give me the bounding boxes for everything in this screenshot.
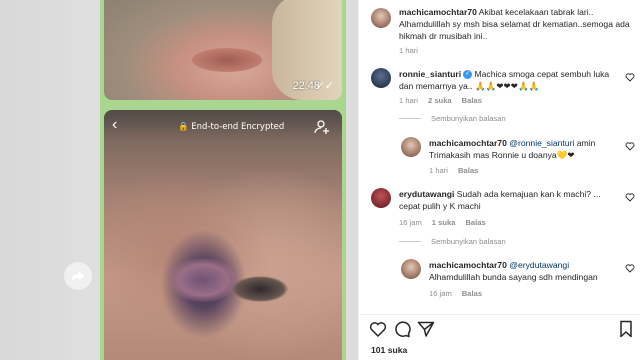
hide-replies-label[interactable]: Sembunyikan balasan bbox=[431, 237, 506, 246]
like-heart-icon[interactable] bbox=[369, 320, 387, 338]
reply-text: Alhamdulillah bunda sayang sdh mendingan bbox=[429, 272, 598, 282]
comment-meta: 1 hari 2 suka Balas bbox=[399, 96, 482, 105]
caption-meta: 1 hari bbox=[399, 46, 418, 55]
comment-ery: erydutawangi Sudah ada kemajuan kan k ma… bbox=[399, 188, 621, 212]
reply-username[interactable]: machicamochtar70 bbox=[429, 138, 507, 148]
comment-time: 16 jam bbox=[399, 218, 422, 227]
divider bbox=[399, 118, 421, 119]
divider bbox=[399, 241, 421, 242]
share-icon[interactable] bbox=[417, 320, 435, 338]
avatar[interactable] bbox=[371, 68, 391, 88]
like-heart-icon[interactable] bbox=[625, 141, 635, 151]
video-message-1[interactable]: 22.48 ✓✓ bbox=[104, 0, 342, 100]
reply-mention[interactable]: @ronnie_sianturi bbox=[509, 138, 574, 148]
reply-button[interactable]: Balas bbox=[462, 96, 482, 105]
verified-badge-icon: ✓ bbox=[463, 70, 473, 80]
like-heart-icon[interactable] bbox=[625, 192, 635, 202]
reply-time: 1 hari bbox=[429, 166, 448, 175]
comment-time: 1 hari bbox=[399, 96, 418, 105]
bruise-region bbox=[168, 258, 238, 302]
comment-ronnie: ronnie_sianturi ✓ Machica smoga cepat sem… bbox=[399, 68, 621, 92]
likes-count[interactable]: 101 suka bbox=[371, 345, 407, 355]
video-call-message[interactable]: ‹ 🔒 End-to-end Encrypted bbox=[104, 110, 342, 360]
reply-mention[interactable]: @erydutawangi bbox=[509, 260, 569, 270]
back-arrow-icon[interactable]: ‹ bbox=[112, 116, 117, 134]
post-action-bar bbox=[369, 320, 635, 340]
divider bbox=[359, 314, 640, 315]
reply-meta: 1 hari Balas bbox=[429, 166, 478, 175]
forward-button[interactable] bbox=[64, 262, 92, 290]
bookmark-icon[interactable] bbox=[617, 320, 635, 338]
comment-username[interactable]: ronnie_sianturi bbox=[399, 69, 461, 79]
comment-icon[interactable] bbox=[393, 320, 411, 338]
avatar[interactable] bbox=[371, 8, 391, 28]
reply-to-ery: machicamochtar70 @erydutawangi Alhamduli… bbox=[429, 259, 619, 283]
add-person-icon[interactable] bbox=[314, 119, 330, 135]
read-receipt-icon: ✓✓ bbox=[315, 80, 334, 92]
encryption-label: 🔒 End-to-end Encrypted bbox=[178, 122, 285, 132]
comment-likes[interactable]: 2 suka bbox=[428, 96, 452, 105]
like-heart-icon[interactable] bbox=[625, 72, 635, 82]
caption-time: 1 hari bbox=[399, 46, 418, 55]
avatar[interactable] bbox=[371, 188, 391, 208]
reply-button[interactable]: Balas bbox=[465, 218, 485, 227]
reply-button[interactable]: Balas bbox=[458, 166, 478, 175]
comment-meta: 16 jam 1 suka Balas bbox=[399, 218, 486, 227]
reply-to-ronnie: machicamochtar70 @ronnie_sianturi amin T… bbox=[429, 137, 619, 161]
avatar[interactable] bbox=[401, 259, 421, 279]
reply-meta: 16 jam Balas bbox=[429, 289, 482, 298]
eye-region bbox=[232, 276, 288, 302]
hide-replies-label[interactable]: Sembunyikan balasan bbox=[431, 114, 506, 123]
face-region bbox=[192, 48, 262, 72]
reply-username[interactable]: machicamochtar70 bbox=[429, 260, 507, 270]
comments-panel: machicamochtar70 Akibat kecelakaan tabra… bbox=[358, 0, 640, 360]
like-heart-icon[interactable] bbox=[625, 263, 635, 273]
reply-button[interactable]: Balas bbox=[462, 289, 482, 298]
hide-replies-toggle[interactable]: Sembunyikan balasan bbox=[399, 114, 506, 123]
avatar[interactable] bbox=[401, 137, 421, 157]
caption-username[interactable]: machicamochtar70 bbox=[399, 7, 477, 17]
post-caption: machicamochtar70 Akibat kecelakaan tabra… bbox=[399, 6, 631, 42]
post-media[interactable]: 22.48 ✓✓ ‹ 🔒 End-to-end Encrypted bbox=[0, 0, 358, 360]
comment-username[interactable]: erydutawangi bbox=[399, 189, 454, 199]
forward-icon bbox=[72, 271, 84, 281]
hide-replies-toggle[interactable]: Sembunyikan balasan bbox=[399, 237, 506, 246]
comment-likes[interactable]: 1 suka bbox=[432, 218, 456, 227]
reply-time: 16 jam bbox=[429, 289, 452, 298]
